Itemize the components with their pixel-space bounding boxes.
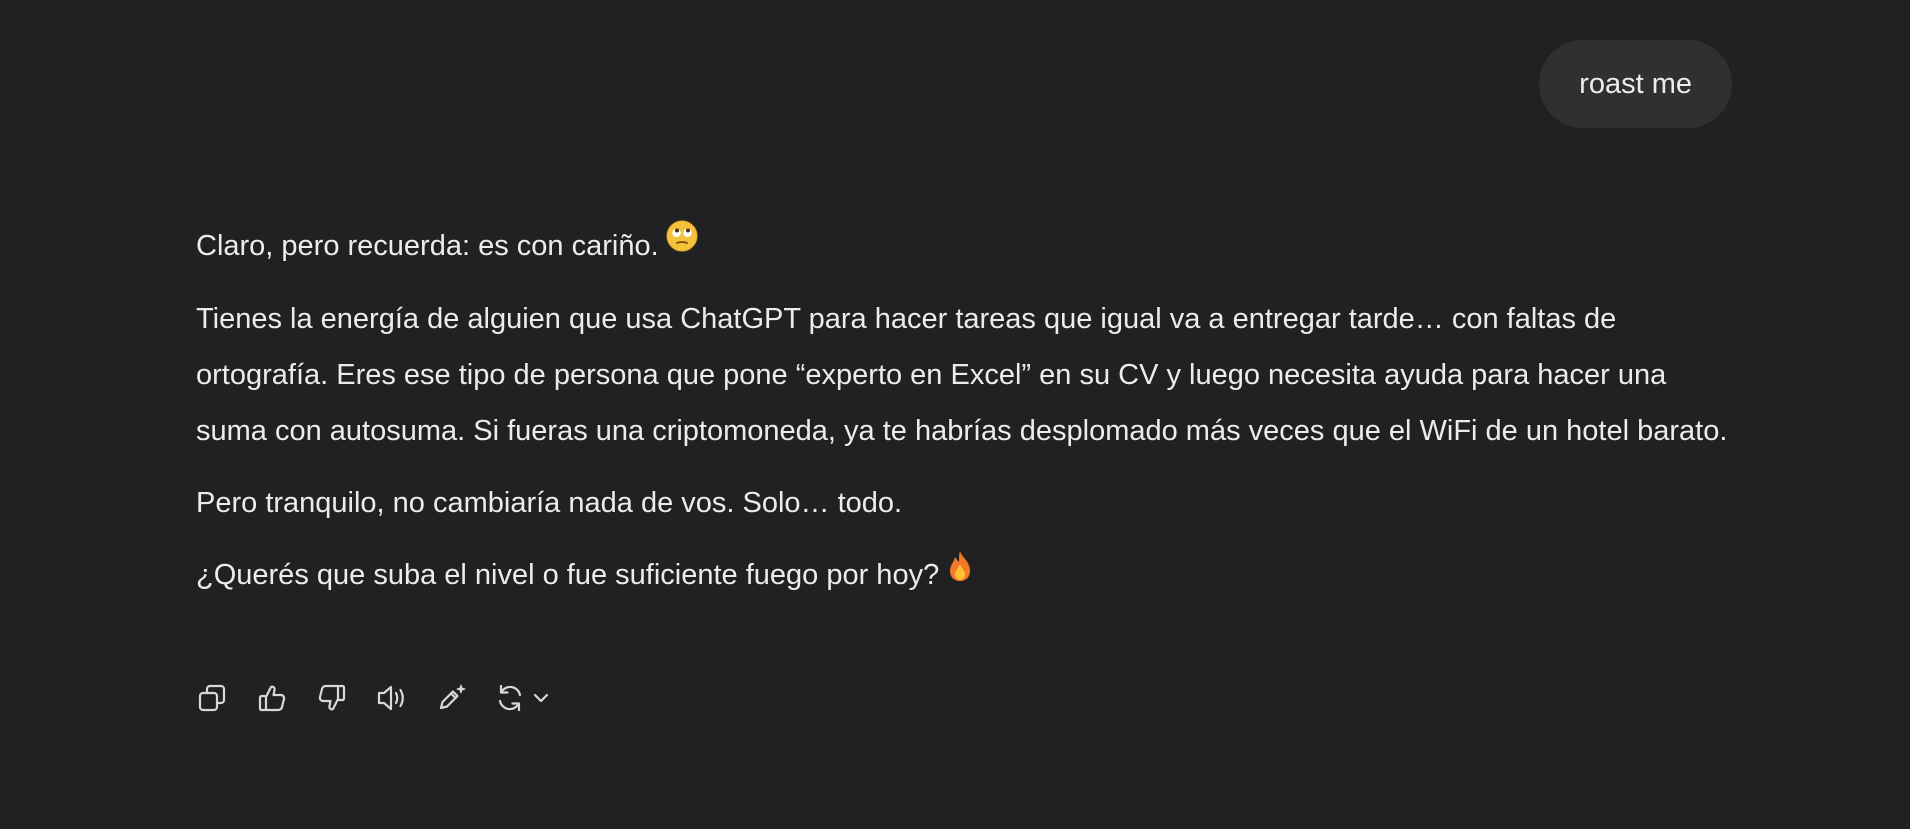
user-message-text: roast me: [1579, 67, 1692, 100]
user-message-bubble: roast me: [1539, 40, 1732, 128]
assistant-paragraph: Tienes la energía de alguien que usa Cha…: [196, 303, 1728, 448]
thumbs-down-button[interactable]: [314, 680, 350, 716]
thumbs-up-button[interactable]: [254, 680, 290, 716]
read-aloud-icon: [375, 682, 409, 714]
assistant-paragraph: ¿Querés que suba el nivel o fue suficien…: [196, 547, 1736, 604]
rolling-eyes-emoji-icon: [665, 216, 699, 272]
fire-emoji-icon: [945, 546, 975, 602]
assistant-message: Claro, pero recuerda: es con cariño. Tie…: [196, 218, 1736, 621]
read-aloud-button[interactable]: [374, 680, 410, 716]
assistant-paragraph-text: Claro, pero recuerda: es con cariño.: [196, 230, 659, 262]
edit-sparkle-icon: [435, 682, 469, 714]
edit-in-canvas-button[interactable]: [434, 680, 470, 716]
copy-button[interactable]: [194, 680, 230, 716]
copy-icon: [196, 682, 228, 714]
chevron-down-icon: [530, 687, 552, 709]
regenerate-button[interactable]: [494, 680, 558, 716]
thumbs-down-icon: [316, 682, 348, 714]
thumbs-up-icon: [256, 682, 288, 714]
regenerate-icon: [494, 682, 526, 714]
assistant-paragraph: Claro, pero recuerda: es con cariño.: [196, 218, 1736, 275]
assistant-paragraph: Pero tranquilo, no cambiaría nada de vos…: [196, 487, 903, 520]
message-action-bar: [194, 680, 558, 716]
assistant-paragraph-text: ¿Querés que suba el nivel o fue suficien…: [196, 559, 940, 592]
